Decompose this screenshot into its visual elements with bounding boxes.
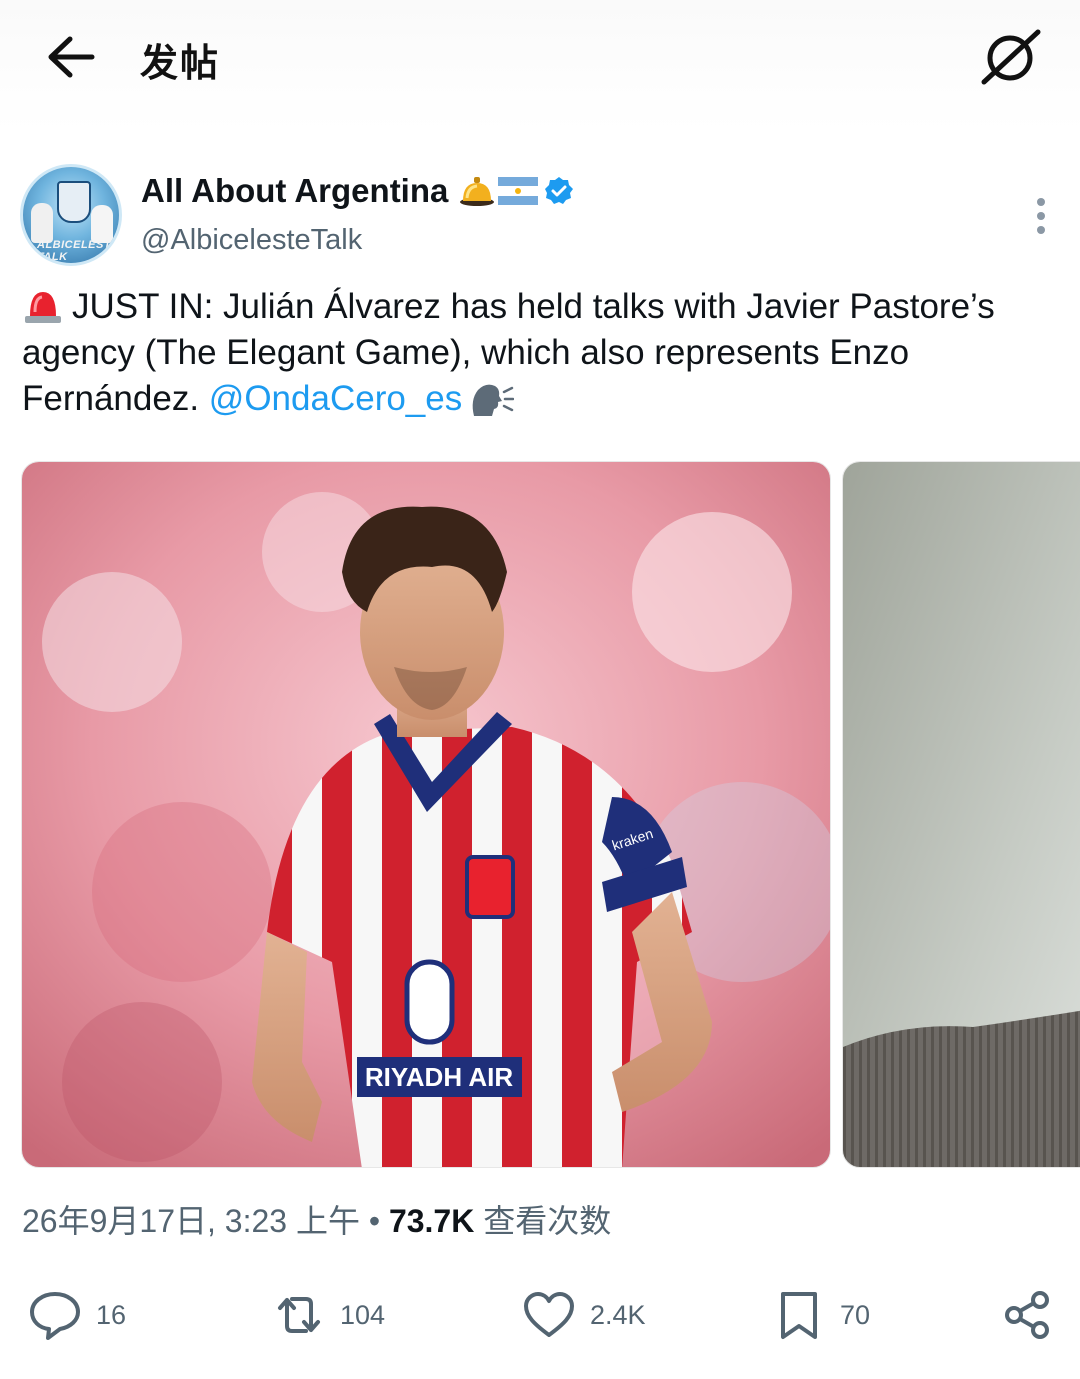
bookmark-count: 70: [840, 1299, 871, 1330]
share-icon: [1005, 1291, 1049, 1339]
siren-emoji-icon: [25, 292, 61, 323]
arrow-left-icon[interactable]: [44, 34, 96, 80]
post-image-second[interactable]: [842, 461, 1080, 1168]
avatar-caption: ALBICELESTE TALK: [37, 239, 119, 263]
repost-count: 104: [340, 1299, 386, 1330]
bookmark-icon: [781, 1292, 817, 1339]
author-avatar[interactable]: ALBICELESTE TALK: [20, 164, 122, 266]
post-image-player[interactable]: RIYADH AIR kraken: [21, 461, 831, 1168]
reply-icon: [30, 1292, 80, 1340]
top-bar: 发帖: [0, 0, 1080, 132]
repost-button[interactable]: 104: [272, 1280, 385, 1350]
like-button[interactable]: 2.4K: [522, 1280, 646, 1350]
author-name-row[interactable]: All About Argentina: [141, 172, 574, 210]
heart-icon: [524, 1292, 574, 1337]
speaking-head-emoji-icon: [472, 384, 515, 416]
meta-separator: •: [359, 1203, 389, 1239]
post-timestamp[interactable]: 26年9月17日, 3:23 上午: [22, 1203, 360, 1239]
mention-link[interactable]: @OndaCero_es: [209, 379, 462, 418]
post-meta: 26年9月17日, 3:23 上午 • 73.7K 查看次数: [22, 1196, 611, 1242]
grok-icon[interactable]: [978, 26, 1044, 86]
action-bar: 16 104 2.4K 70: [0, 1280, 1080, 1350]
verified-badge-icon: [545, 177, 574, 204]
like-count: 2.4K: [590, 1299, 646, 1330]
repost-icon: [278, 1297, 320, 1333]
share-button[interactable]: [1000, 1280, 1054, 1350]
author-name[interactable]: All About Argentina: [141, 172, 448, 210]
argentina-flag-icon: [498, 177, 539, 205]
player-photo: RIYADH AIR kraken: [22, 462, 830, 1167]
bell-emoji-icon: [460, 177, 495, 206]
author-handle[interactable]: @AlbicelesteTalk: [141, 224, 362, 257]
bookmark-button[interactable]: 70: [772, 1280, 870, 1350]
jersey-sponsor-text: RIYADH AIR: [365, 1062, 514, 1092]
views-count: 73.7K: [388, 1203, 475, 1239]
reply-button[interactable]: 16: [28, 1280, 126, 1350]
views-label: 查看次数: [483, 1203, 612, 1239]
more-options-icon[interactable]: [1030, 196, 1052, 236]
page-title: 发帖: [140, 43, 221, 85]
second-photo: [843, 462, 1080, 1167]
reply-count: 16: [96, 1299, 127, 1330]
post-text: JUST IN: Julián Álvarez has held talks w…: [22, 284, 1072, 422]
